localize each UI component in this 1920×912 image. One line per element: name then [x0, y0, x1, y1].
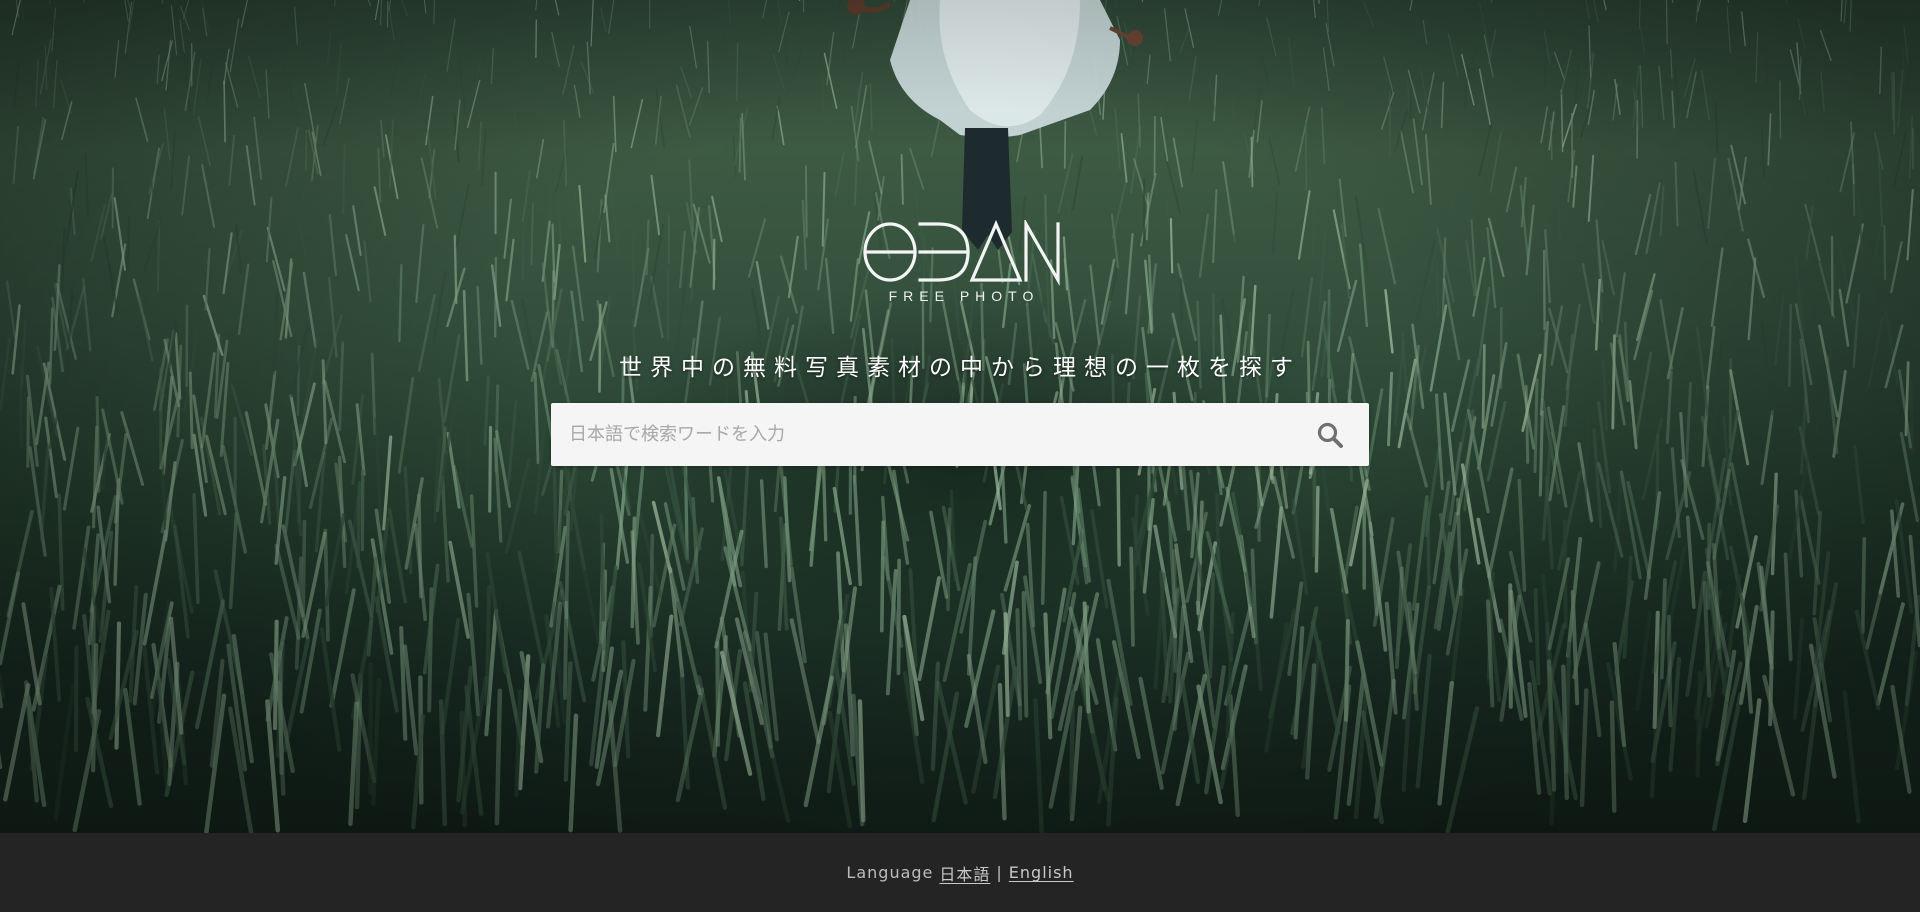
language-separator: |	[996, 863, 1003, 882]
logo-subtitle: FREE PHOTO	[888, 288, 1040, 304]
language-link-english[interactable]: English	[1009, 863, 1074, 882]
search-input[interactable]	[551, 403, 1291, 466]
language-label: Language	[846, 863, 934, 882]
footer: Language 日本語 | English	[0, 833, 1920, 912]
search-bar	[551, 403, 1369, 466]
tagline: 世界中の無料写真素材の中から理想の一枚を探す	[619, 355, 1301, 381]
site-logo[interactable]: FREE PHOTO	[860, 220, 1062, 310]
odan-logo-mark	[863, 220, 1060, 286]
language-link-japanese[interactable]: 日本語	[939, 861, 990, 885]
search-button[interactable]	[1291, 403, 1369, 466]
search-icon	[1317, 422, 1343, 448]
